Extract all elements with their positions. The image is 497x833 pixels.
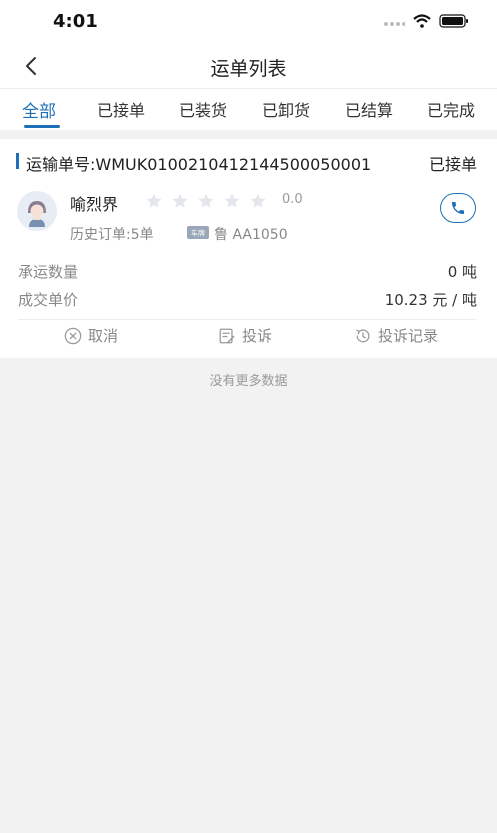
avatar bbox=[17, 191, 57, 231]
tab-unloaded[interactable]: 已卸货 bbox=[262, 97, 310, 121]
driver-name: 喻烈界 bbox=[70, 195, 119, 214]
complain-icon bbox=[219, 328, 235, 343]
star-icon bbox=[172, 193, 188, 208]
license-plate-icon: 车牌 bbox=[187, 226, 209, 239]
history-orders: 历史订单:5单 bbox=[70, 227, 154, 243]
phone-icon bbox=[452, 202, 464, 214]
complain-records-button[interactable]: 投诉记录 bbox=[354, 325, 438, 346]
star-icon bbox=[250, 193, 266, 208]
star-icon bbox=[198, 193, 214, 208]
status-icons bbox=[383, 14, 469, 28]
order-number: 运输单号:WMUK0100210412144500050001 bbox=[26, 155, 372, 174]
status-tabs: 全部 已接单 已装货 已卸货 已结算 已完成 bbox=[0, 89, 497, 130]
cancel-label: 取消 bbox=[88, 327, 119, 345]
tab-completed[interactable]: 已完成 bbox=[427, 97, 475, 121]
price-label: 成交单价 bbox=[18, 291, 79, 309]
cancel-button[interactable]: 取消 bbox=[64, 325, 118, 346]
star-icon bbox=[224, 193, 240, 208]
quantity-value: 0 吨 bbox=[447, 263, 477, 281]
call-button[interactable] bbox=[440, 193, 476, 223]
driver-avatar-icon bbox=[17, 191, 57, 231]
status-bar: 4:01 bbox=[0, 0, 497, 46]
tab-loaded[interactable]: 已装货 bbox=[179, 97, 227, 121]
wifi-icon bbox=[413, 14, 431, 28]
battery-icon bbox=[439, 14, 468, 28]
tab-all[interactable]: 全部 bbox=[22, 97, 56, 122]
cancel-icon bbox=[64, 327, 82, 344]
card-divider bbox=[18, 319, 477, 320]
star-rating bbox=[145, 192, 267, 210]
nav-bar: 运单列表 bbox=[0, 46, 497, 89]
license-plate: 鲁 AA1050 bbox=[214, 227, 288, 243]
card-accent-bar bbox=[16, 153, 19, 169]
complain-label: 投诉 bbox=[242, 327, 273, 345]
page-title: 运单列表 bbox=[210, 58, 287, 80]
active-tab-indicator bbox=[24, 125, 60, 128]
tab-settled[interactable]: 已结算 bbox=[345, 97, 393, 121]
star-icon bbox=[146, 193, 162, 208]
signal-icon bbox=[384, 22, 405, 26]
order-card[interactable]: 运输单号:WMUK0100210412144500050001 已接单 喻烈界 … bbox=[0, 139, 497, 358]
rating-value: 0.0 bbox=[282, 192, 303, 207]
tab-accepted[interactable]: 已接单 bbox=[97, 97, 145, 121]
plate-icon-text: 车牌 bbox=[191, 229, 205, 238]
no-more-data: 没有更多数据 bbox=[209, 374, 288, 389]
complain-button[interactable]: 投诉 bbox=[218, 325, 272, 346]
status-badge: 已接单 bbox=[428, 155, 477, 174]
history-clock-icon bbox=[356, 328, 370, 342]
status-time: 4:01 bbox=[53, 11, 98, 32]
complain-records-label: 投诉记录 bbox=[378, 327, 439, 345]
quantity-label: 承运数量 bbox=[18, 263, 79, 281]
price-value: 10.23 元 / 吨 bbox=[384, 291, 477, 309]
